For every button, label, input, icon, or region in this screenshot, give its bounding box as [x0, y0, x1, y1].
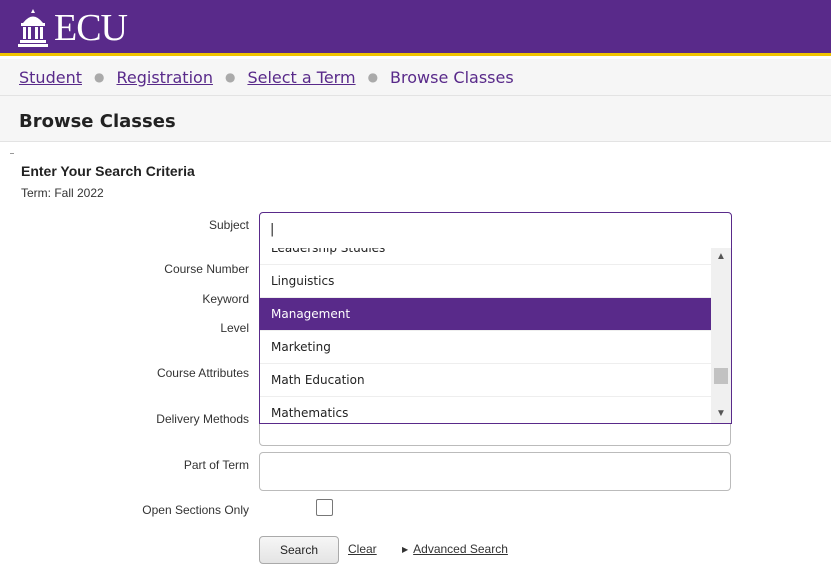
corner-mark — [10, 153, 14, 157]
breadcrumb-student[interactable]: Student — [19, 68, 82, 87]
breadcrumb-current: Browse Classes — [390, 67, 514, 87]
advanced-search-link[interactable]: ▶ Advanced Search — [402, 542, 508, 556]
subject-dropdown[interactable]: Leadership Studies Linguistics Managemen… — [259, 248, 732, 424]
option-marketing[interactable]: Marketing — [260, 331, 712, 364]
open-sections-checkbox[interactable] — [316, 499, 333, 516]
clear-link[interactable]: Clear — [348, 542, 377, 556]
breadcrumb-separator: ● — [224, 70, 236, 84]
option-math-education[interactable]: Math Education — [260, 364, 712, 397]
page-title: Browse Classes — [0, 96, 831, 142]
header-bar: ECU — [0, 0, 831, 56]
term-label: Term: Fall 2022 — [21, 186, 104, 200]
criteria-heading: Enter Your Search Criteria — [21, 163, 195, 179]
dropdown-scrollbar[interactable]: ▲ ▼ — [711, 248, 731, 423]
breadcrumb-registration[interactable]: Registration — [116, 68, 212, 87]
triangle-right-icon: ▶ — [402, 545, 409, 554]
breadcrumb: Student ● Registration ● Select a Term ●… — [0, 59, 831, 96]
option-leadership-studies[interactable]: Leadership Studies — [260, 248, 712, 265]
cupola-icon — [18, 9, 48, 47]
scroll-up-icon[interactable]: ▲ — [711, 248, 731, 266]
option-management[interactable]: Management — [260, 298, 712, 331]
option-linguistics[interactable]: Linguistics — [260, 265, 712, 298]
keyword-label: Keyword — [202, 292, 249, 306]
part-of-term-select[interactable] — [259, 452, 731, 491]
breadcrumb-separator: ● — [93, 70, 105, 84]
delivery-methods-label: Delivery Methods — [156, 412, 249, 426]
advanced-search-label: Advanced Search — [413, 542, 508, 556]
search-button[interactable]: Search — [259, 536, 339, 564]
open-sections-label: Open Sections Only — [142, 503, 249, 517]
breadcrumb-separator: ● — [367, 70, 379, 84]
part-of-term-label: Part of Term — [183, 458, 249, 472]
ecu-logo[interactable]: ECU — [16, 5, 128, 51]
level-label: Level — [220, 321, 249, 335]
course-number-label: Course Number — [164, 262, 249, 276]
scroll-down-icon[interactable]: ▼ — [711, 405, 731, 423]
subject-label: Subject — [208, 218, 249, 232]
course-attributes-label: Course Attributes — [156, 366, 249, 380]
subject-input[interactable]: | — [259, 212, 732, 249]
scrollbar-thumb[interactable] — [714, 368, 728, 384]
subject-options: Leadership Studies Linguistics Managemen… — [260, 248, 712, 423]
option-mathematics[interactable]: Mathematics — [260, 397, 712, 423]
breadcrumb-select-term[interactable]: Select a Term — [247, 68, 355, 87]
logo-text: ECU — [54, 7, 128, 49]
